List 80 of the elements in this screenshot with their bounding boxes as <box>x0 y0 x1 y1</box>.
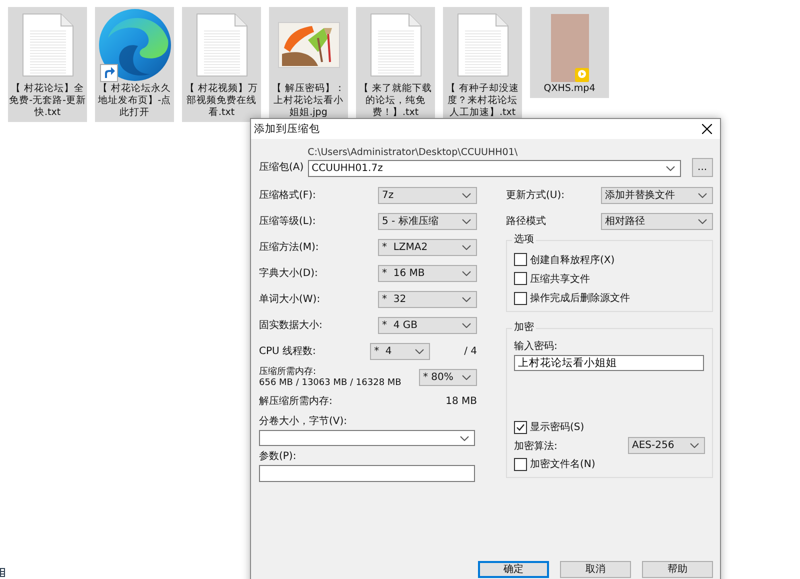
chevron-down-icon <box>462 192 471 198</box>
dropdown[interactable]: 7z <box>378 186 477 204</box>
field-label: 分卷大小，字节(V): <box>259 414 348 428</box>
file-name: 【 解压密码】：上村花论坛看小姐姐.jpg <box>270 83 346 119</box>
list-icon <box>0 568 5 577</box>
field-label: 固实数据大小: <box>259 318 322 332</box>
paint-brushes-drawing <box>278 22 340 68</box>
text-document-icon <box>196 13 248 77</box>
path-text: C:\Users\Administrator\Desktop\CCUUHH01\ <box>308 147 519 159</box>
checkbox[interactable]: 压缩共享文件 <box>514 270 705 288</box>
chevron-down-icon <box>462 270 471 276</box>
field-label: 压缩所需内存: <box>259 366 318 378</box>
file-tile[interactable]: 【 村花论坛永久地址发布页】-点此打开 <box>95 7 174 122</box>
file-tile[interactable]: 【 村花视频】万部视频免费在线看.txt <box>182 7 261 122</box>
chevron-down-icon <box>460 436 469 441</box>
dropdown[interactable]: * 32 <box>378 290 477 308</box>
checkbox[interactable]: 操作完成后删除源文件 <box>514 290 705 307</box>
text-document-icon <box>22 13 74 77</box>
file-name: 【 村花视频】万部视频免费在线看.txt <box>184 83 260 119</box>
password-field[interactable]: 上村花论坛看小姐姐 <box>514 355 704 372</box>
group-title: 选项 <box>512 234 536 246</box>
field-label: 压缩方法(M): <box>259 240 319 254</box>
file-name: 【 村花论坛】全免费-无套路-更新快.txt <box>9 83 86 119</box>
thread-count-text: / 4 <box>464 346 477 356</box>
file-name: 【 来了就能下载的论坛，纯免费！】.txt <box>358 83 434 119</box>
chevron-down-icon <box>415 348 424 354</box>
dropdown[interactable]: 添加并替换文件 <box>601 186 713 204</box>
dropdown[interactable]: * 4 <box>370 342 430 360</box>
chevron-down-icon <box>462 322 471 328</box>
field-label: 字典大小(D): <box>259 266 318 280</box>
close-icon <box>702 124 712 134</box>
volume-size-combo[interactable] <box>259 430 475 446</box>
text-document-icon <box>370 13 422 77</box>
dropdown[interactable]: 相对路径 <box>601 212 713 230</box>
chevron-down-icon <box>698 218 707 224</box>
chevron-down-icon <box>462 375 471 380</box>
archive-name-combo[interactable]: CCUUHH01.7z <box>308 160 681 177</box>
checkbox[interactable]: 加密文件名(N) <box>514 456 705 473</box>
window-title: 添加到压缩包 <box>254 122 320 136</box>
chevron-down-icon <box>698 192 707 198</box>
file-tile[interactable]: QXHS.mp4 <box>530 7 609 98</box>
file-name: 【 有种子却没速度？来村花论坛人工加速】.txt <box>444 83 520 119</box>
chevron-down-icon <box>462 218 471 224</box>
memory-value-text: 18 MB <box>446 396 477 407</box>
field-label: 压缩包(A) <box>259 160 304 174</box>
field-label: 更新方式(U): <box>506 188 564 202</box>
dropdown[interactable]: * LZMA2 <box>378 238 477 256</box>
chevron-down-icon <box>666 166 675 171</box>
file-name: 【 村花论坛永久地址发布页】-点此打开 <box>96 83 172 119</box>
field-label: 解压缩所需内存: <box>259 394 332 408</box>
field-label: 压缩等级(L): <box>259 214 316 228</box>
field-label: 路径模式 <box>506 214 546 228</box>
text-document-icon <box>456 13 508 77</box>
dropdown[interactable]: AES-256 <box>628 437 705 454</box>
play-badge-icon <box>574 68 588 82</box>
dialog-button[interactable]: 帮助 <box>642 561 713 578</box>
field-label: 压缩格式(F): <box>259 188 316 202</box>
dropdown[interactable]: * 4 GB <box>378 316 477 334</box>
browse-button[interactable]: ... <box>692 158 713 177</box>
file-tile[interactable]: 【 村花论坛】全免费-无套路-更新快.txt <box>8 7 87 122</box>
checkbox[interactable]: 创建自释放程序(X) <box>514 251 705 268</box>
field-label: 参数(P): <box>259 450 298 464</box>
dropdown[interactable]: * 16 MB <box>378 264 477 282</box>
chevron-down-icon <box>462 296 471 302</box>
field-label: CPU 线程数: <box>259 344 316 358</box>
dialog-button[interactable]: 取消 <box>560 561 631 578</box>
dropdown[interactable]: 5 - 标准压缩 <box>378 212 477 230</box>
chevron-down-icon <box>462 244 471 250</box>
group-title: 加密 <box>512 322 536 334</box>
dialog-button[interactable]: 确定 <box>478 561 549 578</box>
parameters-field[interactable] <box>259 465 475 482</box>
file-name: QXHS.mp4 <box>542 83 596 95</box>
memory-values-text: 656 MB / 13063 MB / 16328 MB <box>259 378 402 389</box>
field-label: 单词大小(W): <box>259 292 320 306</box>
dropdown[interactable]: * 80% <box>419 369 477 386</box>
field-label: 输入密码: <box>514 340 558 353</box>
checkbox[interactable]: 显示密码(S) <box>514 418 705 436</box>
circle-swirl-icon <box>98 8 172 82</box>
field-label: 加密算法: <box>514 440 558 453</box>
chevron-down-icon <box>690 443 699 448</box>
